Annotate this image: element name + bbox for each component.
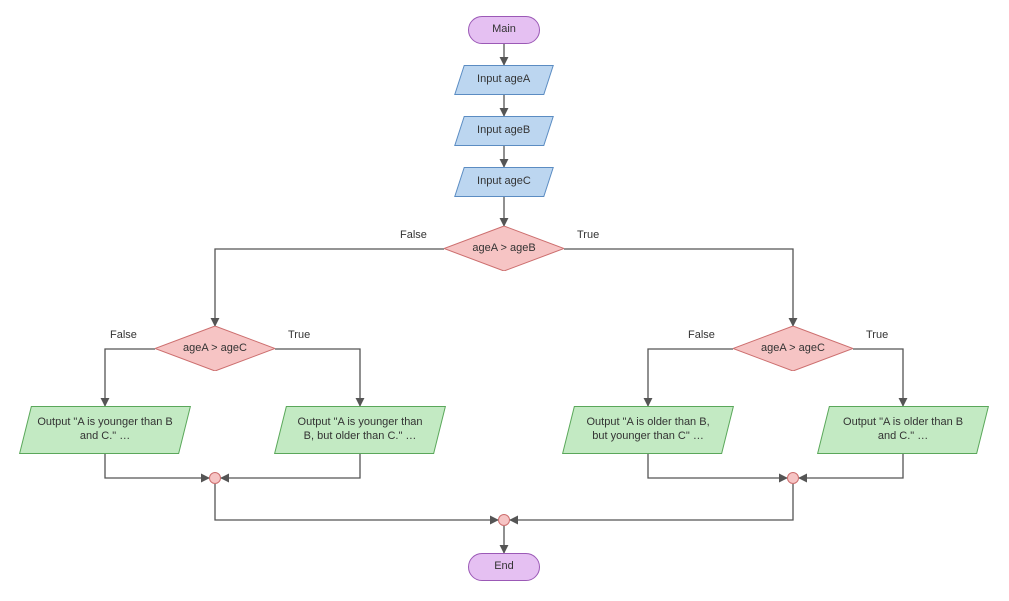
input-ageC-label: Input ageC: [477, 175, 531, 189]
input-ageA: Input ageA: [454, 65, 554, 95]
branch-label-false: False: [688, 329, 715, 341]
merge-left: [209, 472, 221, 484]
branch-label-true: True: [866, 329, 888, 341]
output-left-false: Output "A is younger than B and C." …: [19, 406, 191, 454]
merge-center: [498, 514, 510, 526]
terminator-end-label: End: [494, 560, 514, 574]
decision-root: ageA > ageB: [444, 226, 564, 271]
input-ageB: Input ageB: [454, 116, 554, 146]
terminator-start-label: Main: [492, 23, 516, 37]
terminator-start: Main: [468, 16, 540, 44]
input-ageB-label: Input ageB: [477, 124, 530, 138]
input-ageA-label: Input ageA: [477, 73, 530, 87]
decision-right-label: ageA > ageC: [755, 342, 831, 356]
branch-label-true: True: [288, 329, 310, 341]
decision-root-label: ageA > ageB: [466, 242, 541, 256]
output-left-false-label: Output "A is younger than B and C." …: [36, 416, 174, 444]
branch-label-false: False: [400, 229, 427, 241]
decision-left-label: ageA > ageC: [177, 342, 253, 356]
output-right-true-label: Output "A is older than B and C." …: [834, 416, 972, 444]
output-left-true-label: Output "A is younger than B, but older t…: [291, 416, 429, 444]
output-right-false-label: Output "A is older than B, but younger t…: [579, 416, 717, 444]
output-right-false: Output "A is older than B, but younger t…: [562, 406, 734, 454]
branch-label-true: True: [577, 229, 599, 241]
output-right-true: Output "A is older than B and C." …: [817, 406, 989, 454]
flowchart-canvas: Main Input ageA Input ageB Input ageC ag…: [0, 0, 1009, 601]
output-left-true: Output "A is younger than B, but older t…: [274, 406, 446, 454]
terminator-end: End: [468, 553, 540, 581]
branch-label-false: False: [110, 329, 137, 341]
decision-right: ageA > ageC: [733, 326, 853, 371]
merge-right: [787, 472, 799, 484]
input-ageC: Input ageC: [454, 167, 554, 197]
decision-left: ageA > ageC: [155, 326, 275, 371]
